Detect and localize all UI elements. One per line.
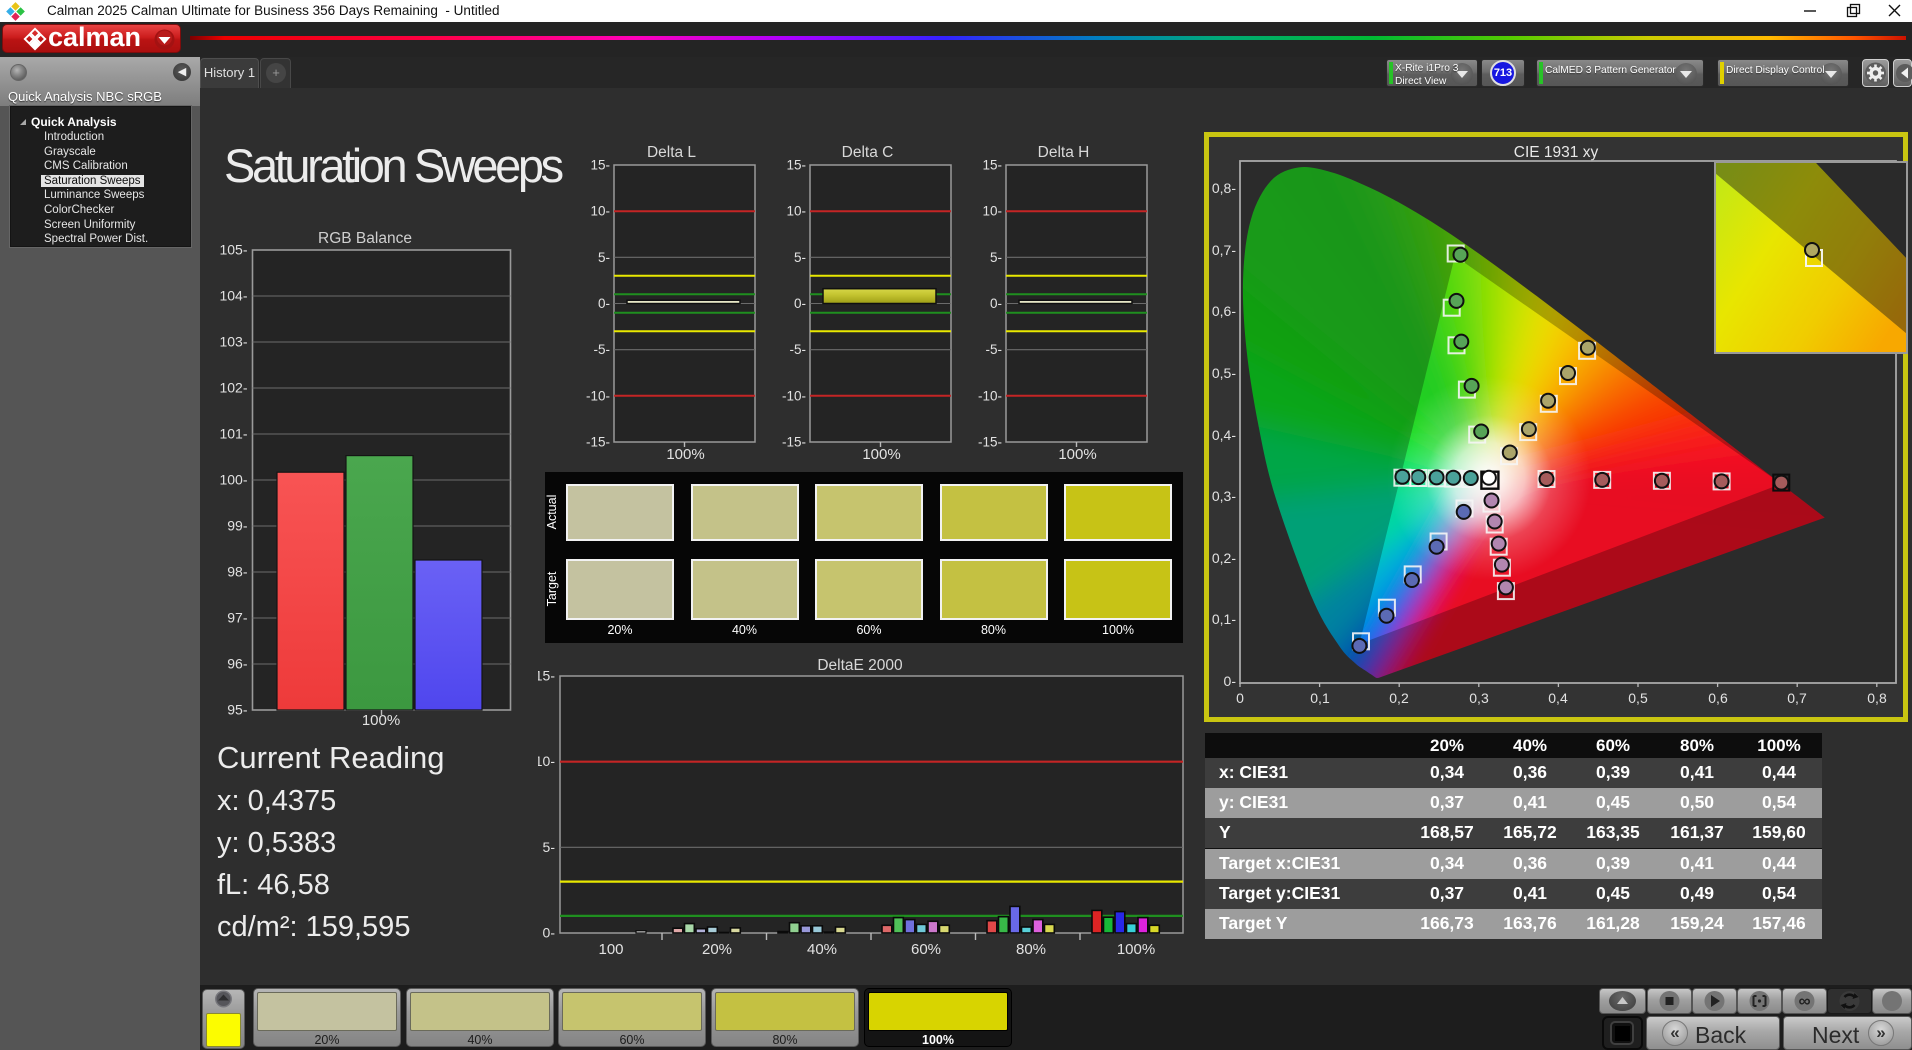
svg-text:0-: 0-	[1224, 673, 1237, 689]
svg-text:100%: 100%	[862, 446, 900, 463]
svg-text:5-: 5-	[543, 839, 556, 855]
svg-text:0,6-: 0,6-	[1212, 303, 1236, 319]
svg-text:DeltaE 2000: DeltaE 2000	[817, 657, 903, 674]
svg-text:0,2-: 0,2-	[1212, 550, 1236, 566]
svg-text:100%: 100%	[666, 446, 704, 463]
svg-text:15-: 15-	[786, 158, 806, 173]
svg-text:15-: 15-	[538, 668, 555, 684]
svg-text:10-: 10-	[982, 204, 1002, 219]
svg-text:10-: 10-	[538, 753, 555, 769]
svg-text:98-: 98-	[227, 564, 248, 580]
svg-text:103-: 103-	[219, 334, 247, 350]
svg-text:0-: 0-	[598, 296, 610, 311]
svg-text:0,4-: 0,4-	[1212, 427, 1236, 443]
svg-text:100-: 100-	[219, 472, 247, 488]
svg-text:-5-: -5-	[594, 342, 611, 357]
svg-text:105-: 105-	[219, 242, 247, 258]
svg-text:97-: 97-	[227, 610, 248, 626]
svg-text:20%: 20%	[702, 941, 732, 958]
svg-text:0,2: 0,2	[1389, 690, 1409, 706]
svg-text:-15-: -15-	[978, 435, 1002, 450]
svg-text:-15-: -15-	[586, 435, 610, 450]
svg-text:Delta C: Delta C	[842, 144, 894, 161]
svg-text:104-: 104-	[219, 288, 247, 304]
svg-text:0,4: 0,4	[1548, 690, 1568, 706]
svg-text:∞: ∞	[1798, 992, 1810, 1011]
svg-text:0,8: 0,8	[1867, 690, 1887, 706]
svg-text:0,1-: 0,1-	[1212, 611, 1236, 627]
svg-text:0: 0	[1236, 690, 1244, 706]
svg-text:0-: 0-	[794, 296, 806, 311]
svg-text:80%: 80%	[1016, 941, 1046, 958]
svg-text:102-: 102-	[219, 380, 247, 396]
svg-text:5-: 5-	[990, 250, 1002, 265]
svg-text:Delta H: Delta H	[1038, 144, 1090, 161]
svg-text:-15-: -15-	[782, 435, 806, 450]
svg-text:0,1: 0,1	[1310, 690, 1330, 706]
svg-text:40%: 40%	[807, 941, 837, 958]
svg-text:0,5-: 0,5-	[1212, 365, 1236, 381]
svg-text:-10-: -10-	[782, 388, 806, 403]
svg-text:10-: 10-	[786, 204, 806, 219]
svg-text:15-: 15-	[982, 158, 1002, 173]
svg-text:-10-: -10-	[586, 388, 610, 403]
svg-text:0,7: 0,7	[1787, 690, 1807, 706]
svg-text:-5-: -5-	[790, 342, 807, 357]
svg-text:0-: 0-	[990, 296, 1002, 311]
svg-text:0,7-: 0,7-	[1212, 242, 1236, 258]
svg-text:-5-: -5-	[986, 342, 1003, 357]
svg-text:0,3-: 0,3-	[1212, 488, 1236, 504]
svg-text:100%: 100%	[362, 712, 400, 729]
svg-text:60%: 60%	[911, 941, 941, 958]
svg-text:0,3: 0,3	[1469, 690, 1489, 706]
svg-text:10-: 10-	[590, 204, 610, 219]
svg-text:0,8-: 0,8-	[1212, 180, 1236, 196]
svg-text:RGB Balance: RGB Balance	[318, 230, 412, 247]
svg-text:5-: 5-	[794, 250, 806, 265]
svg-text:96-: 96-	[227, 656, 248, 672]
svg-text:101-: 101-	[219, 426, 247, 442]
svg-text:95-: 95-	[227, 702, 248, 718]
svg-text:0-: 0-	[543, 925, 556, 941]
svg-text:-10-: -10-	[978, 388, 1002, 403]
svg-text:99-: 99-	[227, 518, 248, 534]
svg-text:0,6: 0,6	[1708, 690, 1728, 706]
svg-text:Delta L: Delta L	[647, 144, 696, 161]
svg-text:5-: 5-	[598, 250, 610, 265]
svg-text:100: 100	[598, 941, 623, 958]
svg-text:100%: 100%	[1058, 446, 1096, 463]
svg-text:CIE 1931 xy: CIE 1931 xy	[1514, 144, 1599, 161]
svg-text:0,5: 0,5	[1628, 690, 1648, 706]
svg-text:100%: 100%	[1117, 941, 1155, 958]
svg-text:15-: 15-	[590, 158, 610, 173]
